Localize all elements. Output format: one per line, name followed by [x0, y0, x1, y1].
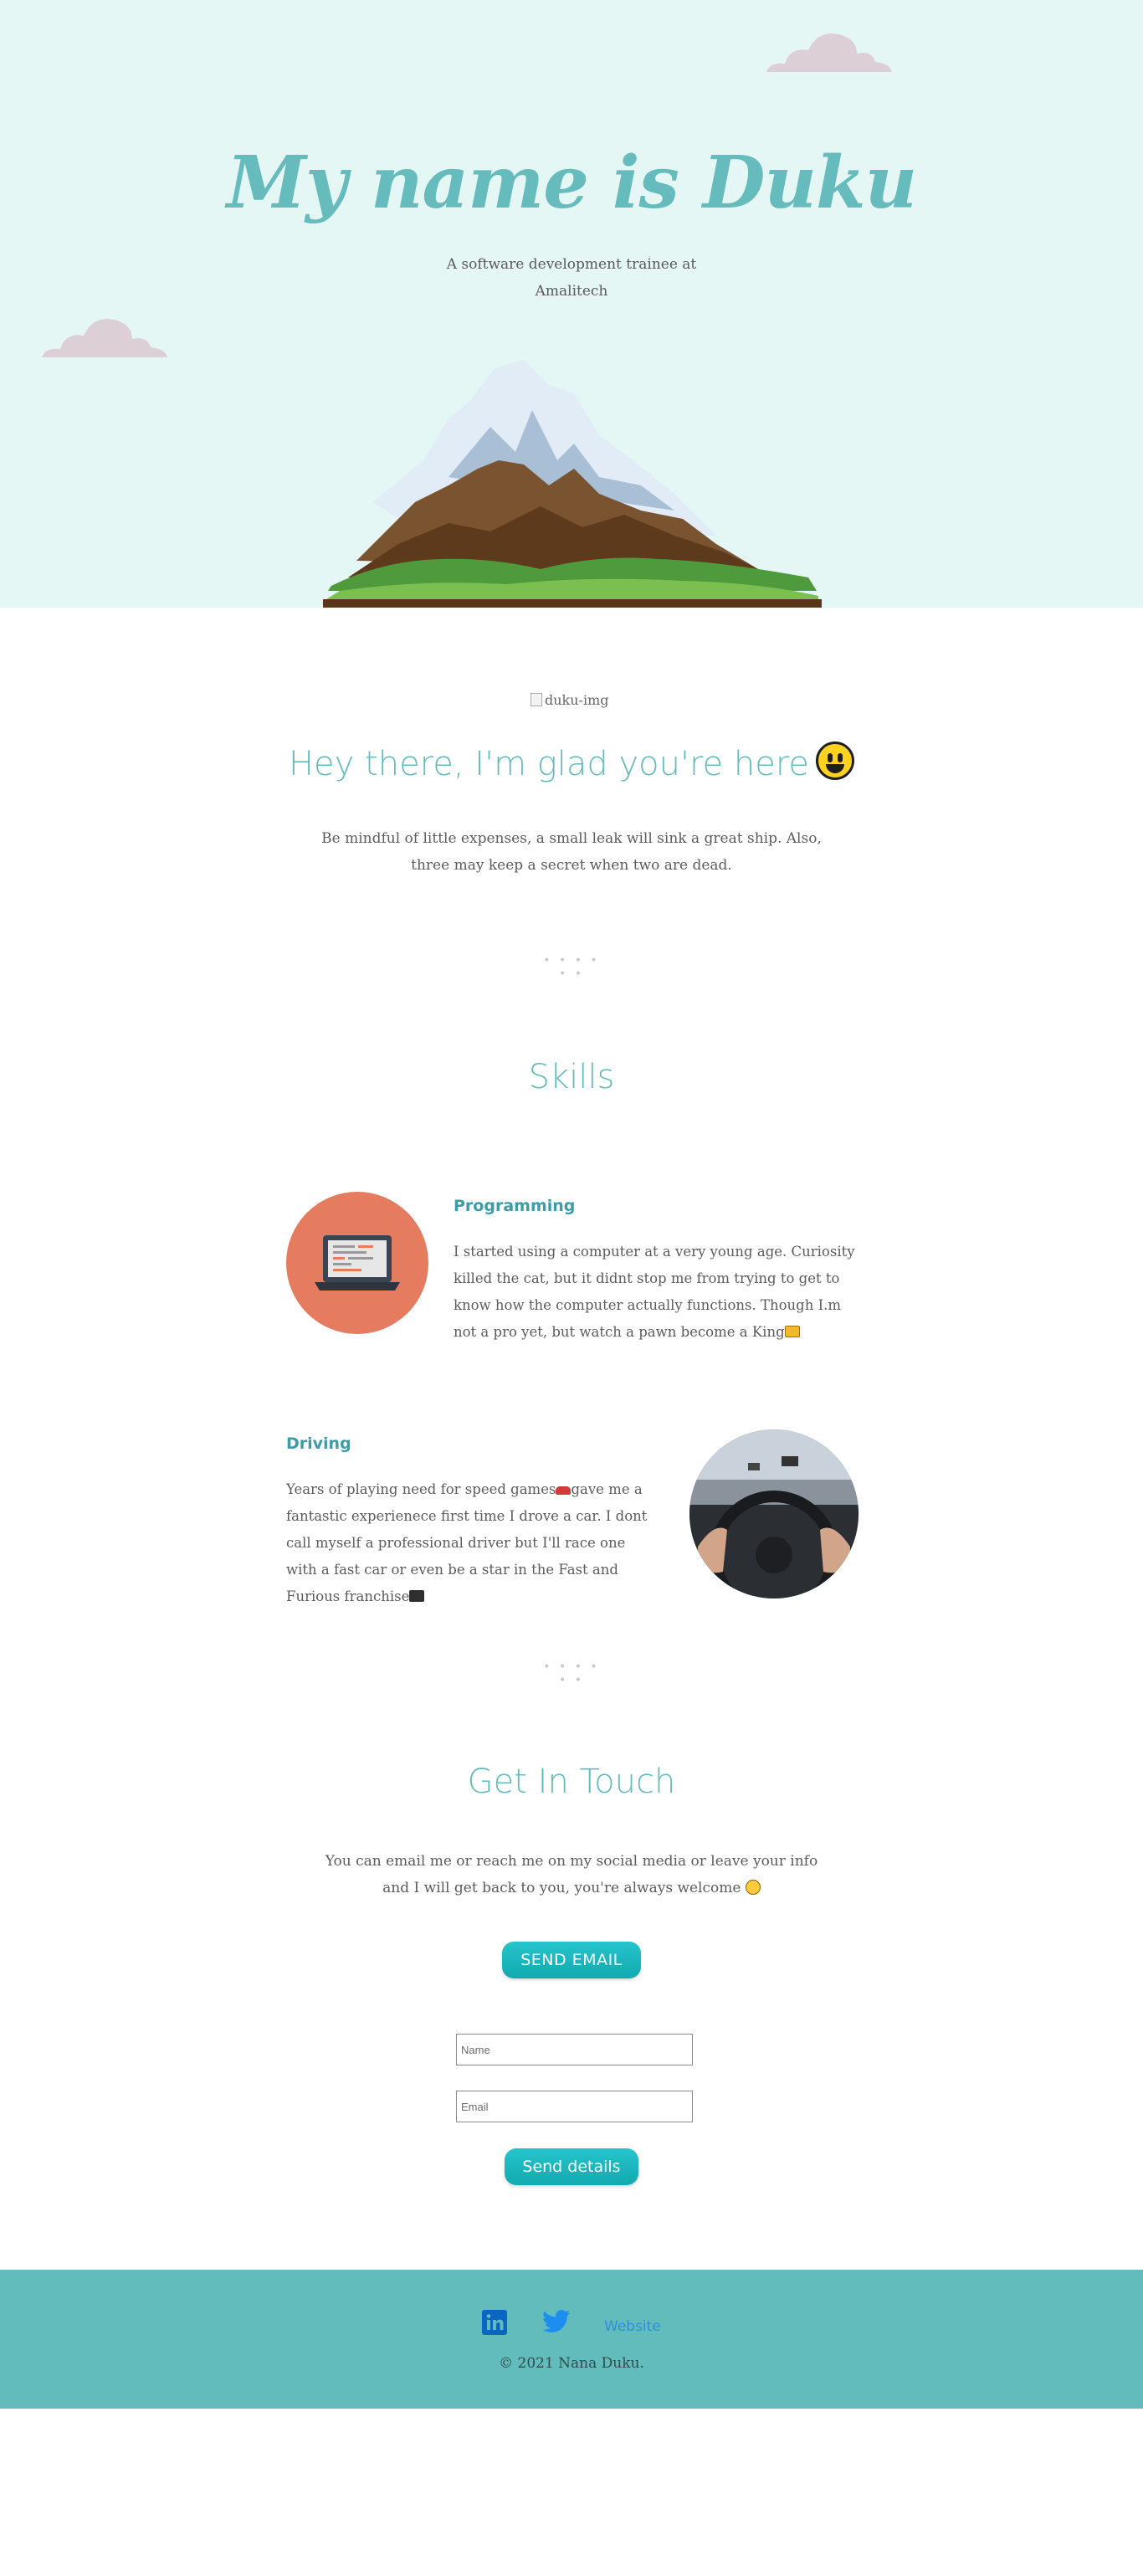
smiley-face-icon [816, 741, 855, 780]
hero-subtitle: A software development trainee at Amalit… [446, 256, 697, 300]
cloud-icon [42, 319, 167, 357]
profile-image: duku-img [530, 690, 614, 710]
contact-title: Get In Touch [467, 1763, 676, 1801]
hero-section: My name is Duku A software development t… [0, 0, 1143, 608]
greeting-text: Hey there, I'm glad you're here [288, 745, 810, 783]
skill-heading-driving: Driving [286, 1434, 351, 1453]
contact-text-body: You can email me or reach me on my socia… [325, 1853, 818, 1896]
skill-text-programming: I started using a computer at a very you… [454, 1239, 857, 1346]
skill-heading-programming: Programming [454, 1197, 576, 1215]
greeting-heading: Hey there, I'm glad you're here [0, 741, 1143, 783]
cloud-icon [766, 33, 892, 72]
name-field[interactable] [456, 2034, 693, 2065]
skill-text-driving: Years of playing need for speed games gav… [286, 1476, 654, 1610]
movie-camera-icon [409, 1590, 425, 1602]
section-divider: • • • • • • [543, 954, 600, 981]
smiley-face-icon [745, 1880, 761, 1895]
mountain-illustration [323, 360, 822, 608]
section-divider: • • • • • • [543, 1660, 600, 1687]
footer: Website © 2021 Nana Duku. [0, 2270, 1143, 2409]
laptop-illustration [286, 1192, 428, 1334]
contact-text: You can email me or reach me on my socia… [320, 1848, 823, 1901]
skill-text-driving-part1: Years of playing need for speed games [286, 1481, 556, 1497]
broken-image-icon [530, 693, 542, 706]
send-details-button[interactable]: Send details [505, 2148, 638, 2185]
send-email-button[interactable]: SEND EMAIL [502, 1942, 641, 1978]
intro-text: Be mindful of little expenses, a small l… [321, 830, 822, 874]
skills-title: Skills [528, 1058, 615, 1096]
race-car-icon [556, 1486, 572, 1495]
copyright-text: © 2021 Nana Duku. [499, 2355, 644, 2372]
email-field[interactable] [456, 2091, 693, 2122]
twitter-icon[interactable] [542, 2310, 571, 2333]
website-link[interactable]: Website [604, 2318, 661, 2335]
steering-wheel-photo [689, 1429, 859, 1598]
skill-text-driving-part2: gave me a fantastic experienece first ti… [286, 1481, 648, 1604]
steering-wheel-icon [689, 1429, 859, 1598]
hero-title: My name is Duku [226, 141, 917, 225]
profile-image-alt: duku-img [545, 691, 609, 708]
crown-icon [784, 1326, 800, 1337]
linkedin-icon[interactable] [482, 2310, 507, 2335]
laptop-icon [315, 1235, 400, 1291]
